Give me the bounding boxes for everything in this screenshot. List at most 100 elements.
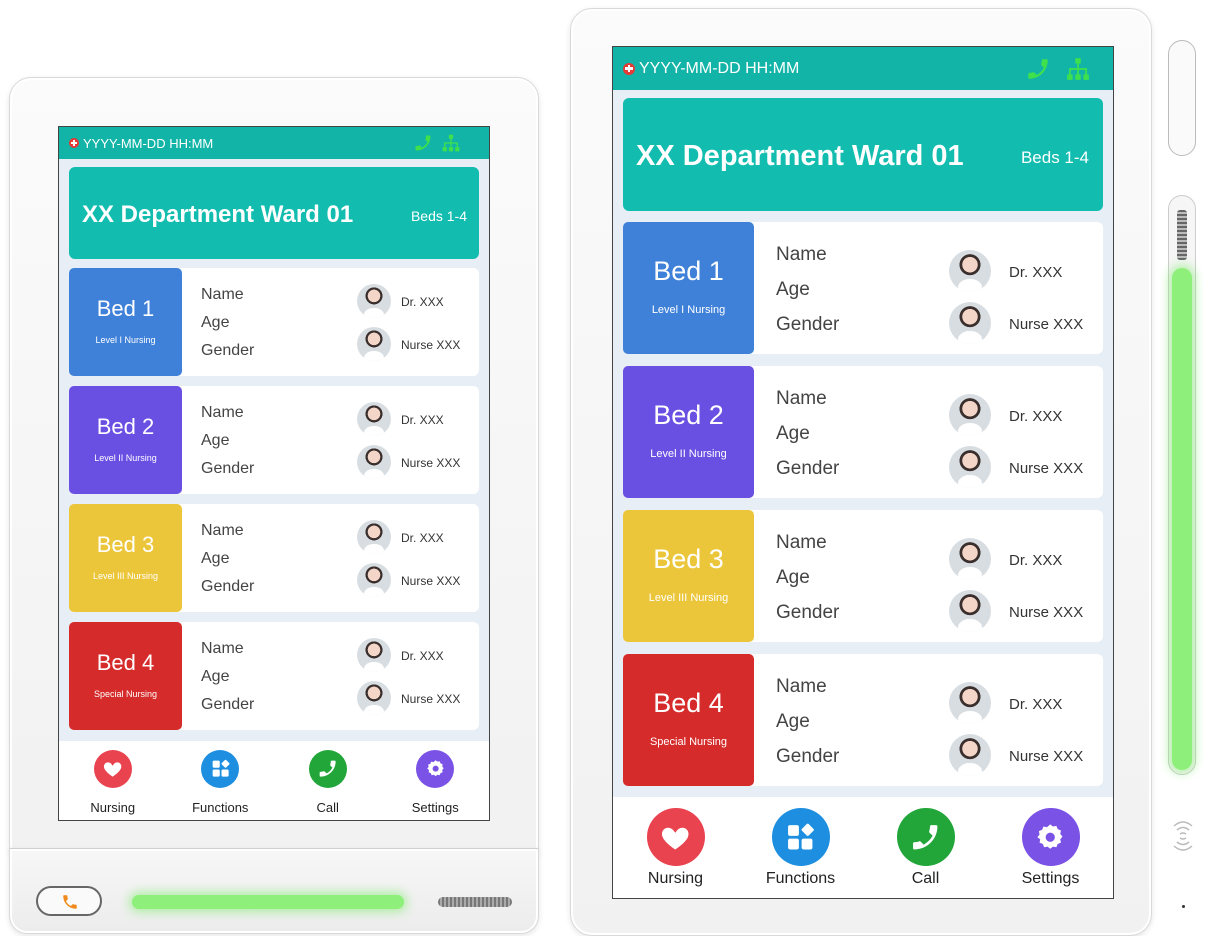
- nav-label: Functions: [765, 870, 836, 887]
- status-bar: YYYY-MM-DD HH:MM: [59, 127, 489, 159]
- bed-card[interactable]: Bed 4 Special Nursing Name Age Gender Dr. XXX…: [623, 654, 1103, 786]
- nursing-level: Level II Nursing: [94, 452, 157, 463]
- phone-icon: [896, 808, 955, 866]
- patient-age: Age: [201, 314, 230, 331]
- patient-age: Age: [201, 668, 230, 685]
- patient-name: Name: [776, 676, 827, 697]
- nav-label: Call: [911, 870, 940, 887]
- nurse-avatar: [949, 734, 991, 776]
- bed-card[interactable]: Bed 2 Level II Nursing Name Age Gender Dr. XX…: [69, 386, 479, 494]
- nav-functions[interactable]: Functions: [738, 797, 863, 898]
- doctor-avatar: [949, 250, 991, 292]
- nav-label: Settings: [411, 800, 459, 815]
- patient-gender: Gender: [776, 314, 840, 335]
- nurse-avatar: [949, 446, 991, 488]
- ward-title: XX Department Ward 01: [82, 201, 354, 228]
- doctor-name: Dr. XXX: [1009, 407, 1063, 425]
- doctor-name: Dr. XXX: [401, 295, 444, 309]
- nurse-avatar: [357, 445, 391, 479]
- nursing-level: Level II Nursing: [650, 447, 727, 460]
- status-datetime: YYYY-MM-DD HH:MM: [639, 59, 800, 77]
- nurse-avatar: [949, 590, 991, 632]
- hospital-cross-icon: [623, 62, 635, 75]
- microphone-hole: [1182, 905, 1185, 908]
- network-icon: [441, 133, 461, 153]
- bed-tile[interactable]: Bed 4 Special Nursing: [69, 622, 182, 730]
- bed-card[interactable]: Bed 1 Level I Nursing Name Age Gender Dr. XXX…: [69, 268, 479, 376]
- patient-name: Name: [776, 388, 827, 409]
- nursing-level: Level I Nursing: [651, 303, 726, 316]
- phone-icon: [308, 750, 347, 788]
- bottom-nav: Nursing Functions Call Settings: [59, 741, 489, 820]
- phone-status-icon: [413, 133, 433, 153]
- bed-card[interactable]: Bed 1 Level I Nursing Name Age Gender Dr. XXX…: [623, 222, 1103, 354]
- patient-age: Age: [201, 432, 230, 449]
- nav-nursing[interactable]: Nursing: [613, 797, 738, 898]
- nav-settings[interactable]: Settings: [988, 797, 1113, 898]
- bed-tile[interactable]: Bed 2 Level II Nursing: [69, 386, 182, 494]
- nurse-avatar: [949, 302, 991, 344]
- bed-number: Bed 2: [96, 414, 155, 440]
- patient-gender: Gender: [201, 460, 255, 477]
- bed-card[interactable]: Bed 2 Level II Nursing Name Age Gender Dr. XX…: [623, 366, 1103, 498]
- nurse-avatar: [357, 681, 391, 715]
- nurse-name: Nurse XXX: [1009, 459, 1084, 477]
- nav-settings[interactable]: Settings: [382, 741, 490, 820]
- doctor-name: Dr. XXX: [1009, 551, 1063, 569]
- patient-age: Age: [776, 423, 810, 444]
- bed-tile[interactable]: Bed 1 Level I Nursing: [69, 268, 182, 376]
- nav-functions[interactable]: Functions: [167, 741, 275, 820]
- nurse-name: Nurse XXX: [401, 456, 461, 470]
- bed-number: Bed 3: [96, 532, 155, 558]
- doctor-name: Dr. XXX: [401, 531, 444, 545]
- beds-range: Beds 1-4: [410, 208, 467, 224]
- bed-number: Bed 2: [653, 400, 724, 431]
- nurse-name: Nurse XXX: [401, 692, 461, 706]
- nurse-avatar: [357, 327, 391, 361]
- phone-status-icon: [1025, 56, 1051, 82]
- gear-icon: [416, 750, 455, 788]
- bed-card[interactable]: Bed 3 Level III Nursing Name Age Gender Dr. X…: [623, 510, 1103, 642]
- nurse-name: Nurse XXX: [1009, 747, 1084, 765]
- doctor-name: Dr. XXX: [401, 649, 444, 663]
- nurse-name: Nurse XXX: [401, 574, 461, 588]
- nursing-level: Special Nursing: [93, 688, 158, 699]
- nav-label: Nursing: [90, 800, 136, 815]
- bed-card[interactable]: Bed 4 Special Nursing Name Age Gender Dr. XXX…: [69, 622, 479, 730]
- nav-call[interactable]: Call: [274, 741, 382, 820]
- bed-tile[interactable]: Bed 2 Level II Nursing: [623, 366, 754, 498]
- nursing-level: Level III Nursing: [648, 591, 729, 604]
- patient-age: Age: [201, 550, 230, 567]
- ward-title: XX Department Ward 01: [636, 140, 964, 172]
- bed-tile[interactable]: Bed 3 Level III Nursing: [69, 504, 182, 612]
- hardware-call-button[interactable]: [36, 886, 102, 916]
- nav-call[interactable]: Call: [863, 797, 988, 898]
- nav-nursing[interactable]: Nursing: [59, 741, 167, 820]
- nfc-icon: [1173, 821, 1193, 851]
- heart-icon: [646, 808, 705, 866]
- gear-icon: [1021, 808, 1080, 866]
- doctor-avatar: [357, 402, 391, 436]
- doctor-name: Dr. XXX: [1009, 263, 1063, 281]
- bed-tile[interactable]: Bed 3 Level III Nursing: [623, 510, 754, 642]
- ward-banner: XX Department Ward 01 Beds 1-4: [623, 98, 1103, 211]
- doctor-name: Dr. XXX: [401, 413, 444, 427]
- bottom-nav: Nursing Functions Call Settings: [613, 797, 1113, 898]
- nav-label: Settings: [1021, 870, 1080, 887]
- doctor-avatar: [949, 538, 991, 580]
- bed-tile[interactable]: Bed 1 Level I Nursing: [623, 222, 754, 354]
- bed-tile[interactable]: Bed 4 Special Nursing: [623, 654, 754, 786]
- network-icon: [1065, 56, 1091, 82]
- patient-gender: Gender: [776, 602, 840, 623]
- bed-number: Bed 1: [96, 296, 155, 322]
- nurse-name: Nurse XXX: [1009, 315, 1084, 333]
- patient-name: Name: [201, 640, 244, 657]
- bed-number: Bed 4: [96, 650, 155, 676]
- doctor-avatar: [357, 520, 391, 554]
- nav-label: Functions: [192, 800, 249, 815]
- phone-icon: [63, 895, 77, 909]
- bed-card[interactable]: Bed 3 Level III Nursing Name Age Gender Dr. X…: [69, 504, 479, 612]
- nursing-level: Special Nursing: [649, 735, 728, 748]
- nurse-avatar: [357, 563, 391, 597]
- patient-age: Age: [776, 567, 810, 588]
